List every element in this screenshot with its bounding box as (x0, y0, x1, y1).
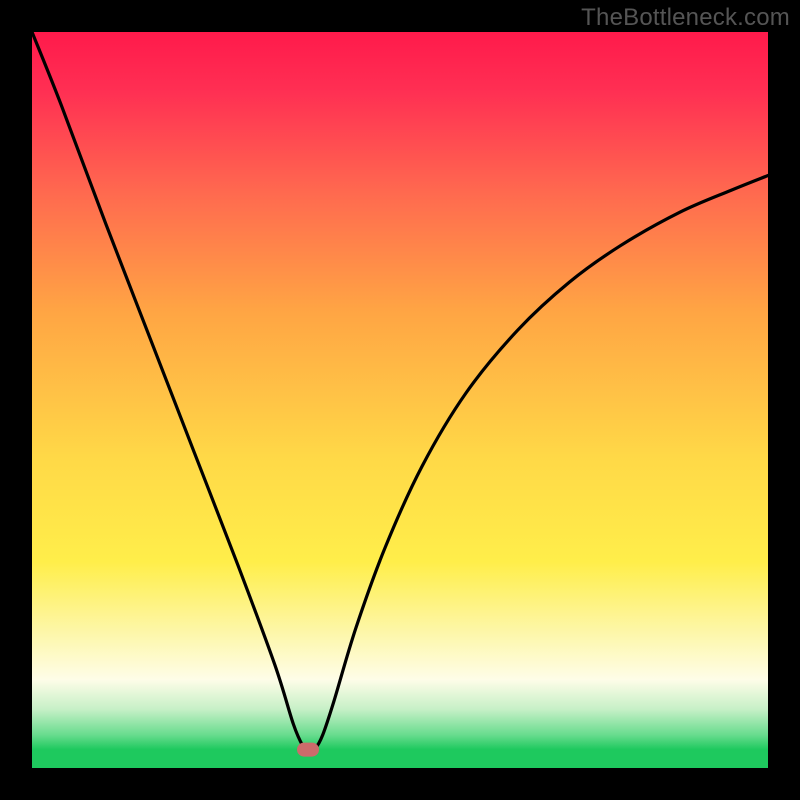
bottleneck-chart (32, 32, 768, 768)
plot-area (32, 32, 768, 768)
gradient-background (32, 32, 768, 768)
chart-frame: TheBottleneck.com (0, 0, 800, 800)
minimum-marker (297, 743, 319, 757)
watermark-text: TheBottleneck.com (581, 4, 790, 32)
